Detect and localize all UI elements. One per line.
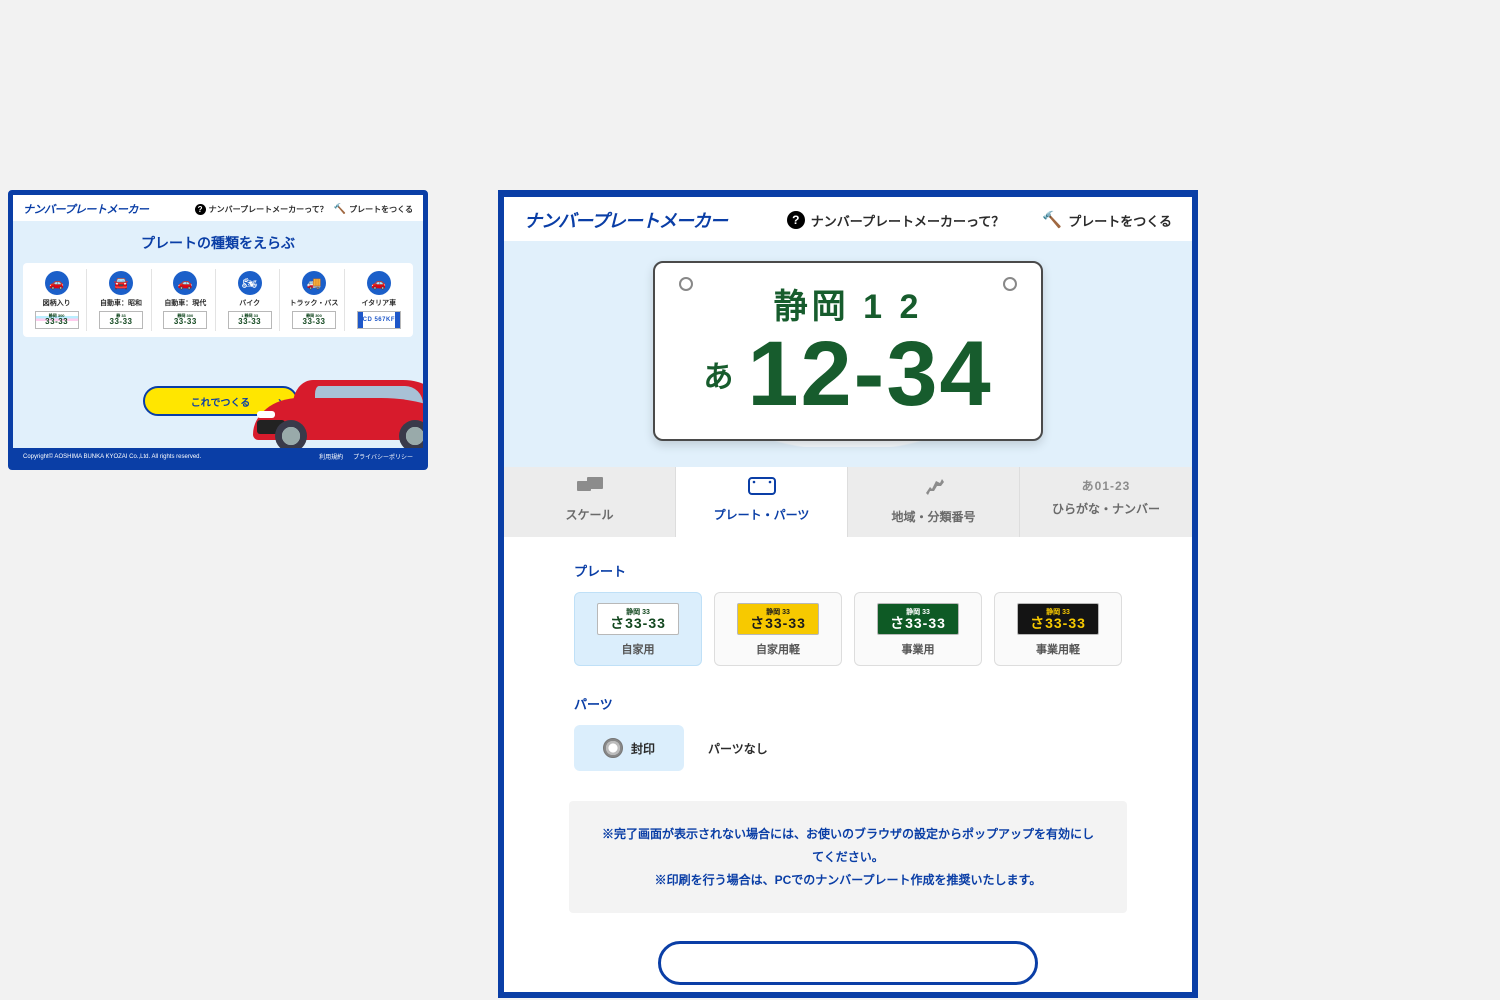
app-window-plate-editor: ナンバープレートメーカー ? ナンバープレートメーカーって？ 🔨 プレートをつく… [498,190,1198,998]
tab-plate-parts[interactable]: プレート・パーツ [676,467,848,537]
car-icon: 🚗 [173,271,197,295]
plate-thumbnail: 静岡 33 さ33-33 [1017,603,1099,635]
car-icon: 🚘 [109,271,133,295]
plate-thumbnail: 静岡 300 33-33 [292,311,336,329]
category-item[interactable]: 🚘 自動車：昭和 静 33 33-33 [91,269,151,331]
app-logo: ナンバープレートメーカー [524,207,727,233]
tab-content-plate-parts: プレート 静岡 33 さ33-33 自家用 静岡 33 さ33-33 自家用軽 … [504,537,1192,998]
section-title-parts: パーツ [574,694,1122,713]
plate-thumbnail: 静 33 33-33 [99,311,143,329]
copyright: Copyright© AOSHIMA BUNKA KYOZAI Co.,Ltd.… [23,454,201,460]
app-logo: ナンバープレートメーカー [23,201,148,217]
parts-options: 封印 パーツなし [574,725,1122,771]
tab-hiragana-number[interactable]: あ01-23 ひらがな・ナンバー [1020,467,1192,537]
category-item[interactable]: 🚚 トラック・バス 静岡 300 33-33 [284,269,344,331]
notice-box: ※完了画面が表示されない場合には、お使いのブラウザの設定からポップアップを有効に… [569,801,1127,913]
app-window-plate-type-select: ナンバープレートメーカー ? ナンバープレートメーカーって？ 🔨 プレートをつく… [8,190,428,470]
category-item[interactable]: 🚗 自動車：現代 静岡 300 33-33 [156,269,216,331]
truck-icon: 🚚 [302,271,326,295]
main-panel: プレートの種類をえらぶ 🚗 図柄入り 静岡 300 33-33 🚘 自動車：昭和… [13,221,423,448]
plate-thumbnail: 1 静岡 33 33-33 [228,311,272,329]
tab-region-class[interactable]: 地域・分類番号 [848,467,1020,537]
footer: Copyright© AOSHIMA BUNKA KYOZAI Co.,Ltd.… [13,448,423,465]
plate-number: 12-34 [747,328,992,420]
make-plate-link[interactable]: 🔨 プレートをつくる [1042,210,1172,230]
screw-icon [1003,277,1017,291]
screw-icon [679,277,693,291]
about-link[interactable]: ? ナンバープレートメーカーって？ [787,211,1005,230]
parts-option-seal[interactable]: 封印 [574,725,684,771]
make-plate-link[interactable]: 🔨 プレートをつくる [334,204,413,215]
gavel-icon: 🔨 [334,204,346,215]
plate-hiragana: あ [703,352,733,396]
category-grid: 🚗 図柄入り 静岡 300 33-33 🚘 自動車：昭和 静 33 33-33 … [23,263,413,337]
notice-line: ※完了画面が表示されない場合には、お使いのブラウザの設定からポップアップを有効に… [599,823,1097,869]
parts-option-none[interactable]: パーツなし [708,740,768,757]
plate-thumbnail: 静岡 33 さ33-33 [737,603,819,635]
category-item[interactable]: 🏍 バイク 1 静岡 33 33-33 [220,269,280,331]
page-title: プレートの種類をえらぶ [23,233,413,253]
plate-preview-area: 静岡 1 2 あ 12-34 [504,241,1192,467]
scale-icon [577,477,603,500]
editor-tabs: スケール プレート・パーツ 地域・分類番号 あ01-23 ひらがな・ナンバー [504,467,1192,537]
category-item[interactable]: 🚗 イタリア車 CD 567KF [349,269,409,331]
plate-option-private[interactable]: 静岡 33 さ33-33 自家用 [574,592,702,666]
plate-option-commercial-kei[interactable]: 静岡 33 さ33-33 事業用軽 [994,592,1122,666]
help-icon: ? [195,204,206,215]
help-icon: ? [787,211,805,229]
plate-thumbnail: 静岡 33 さ33-33 [877,603,959,635]
plate-thumbnail: 静岡 300 33-33 [35,311,79,329]
primary-cta-button[interactable] [658,941,1038,985]
terms-link[interactable]: 利用規約 [319,452,343,461]
number-sample-icon: あ01-23 [1082,477,1131,494]
plate-preview: 静岡 1 2 あ 12-34 [653,261,1043,441]
about-link[interactable]: ? ナンバープレートメーカーって？ [195,204,328,215]
section-title-plate: プレート [574,561,1122,580]
japan-map-icon [922,477,946,502]
car-icon: 🚗 [367,271,391,295]
plate-thumbnail: 静岡 33 さ33-33 [597,603,679,635]
plate-thumbnail: CD 567KF [357,311,401,329]
plate-region-line: 静岡 1 2 [774,279,923,328]
plate-icon [748,477,776,500]
seal-icon [603,738,623,758]
gavel-icon: 🔨 [1042,210,1062,230]
category-item[interactable]: 🚗 図柄入り 静岡 300 33-33 [27,269,87,331]
privacy-link[interactable]: プライバシーポリシー [353,452,413,461]
plate-style-options: 静岡 33 さ33-33 自家用 静岡 33 さ33-33 自家用軽 静岡 33… [574,592,1122,666]
car-icon: 🚗 [45,271,69,295]
notice-line: ※印刷を行う場合は、PCでのナンバープレート作成を推奨いたします。 [599,869,1097,892]
motorcycle-icon: 🏍 [238,271,262,295]
header: ナンバープレートメーカー ? ナンバープレートメーカーって？ 🔨 プレートをつく… [504,197,1192,241]
plate-thumbnail: 静岡 300 33-33 [163,311,207,329]
plate-option-commercial[interactable]: 静岡 33 さ33-33 事業用 [854,592,982,666]
plate-option-private-kei[interactable]: 静岡 33 さ33-33 自家用軽 [714,592,842,666]
tab-scale[interactable]: スケール [504,467,676,537]
car-illustration [253,380,423,448]
header: ナンバープレートメーカー ? ナンバープレートメーカーって？ 🔨 プレートをつく… [13,195,423,221]
